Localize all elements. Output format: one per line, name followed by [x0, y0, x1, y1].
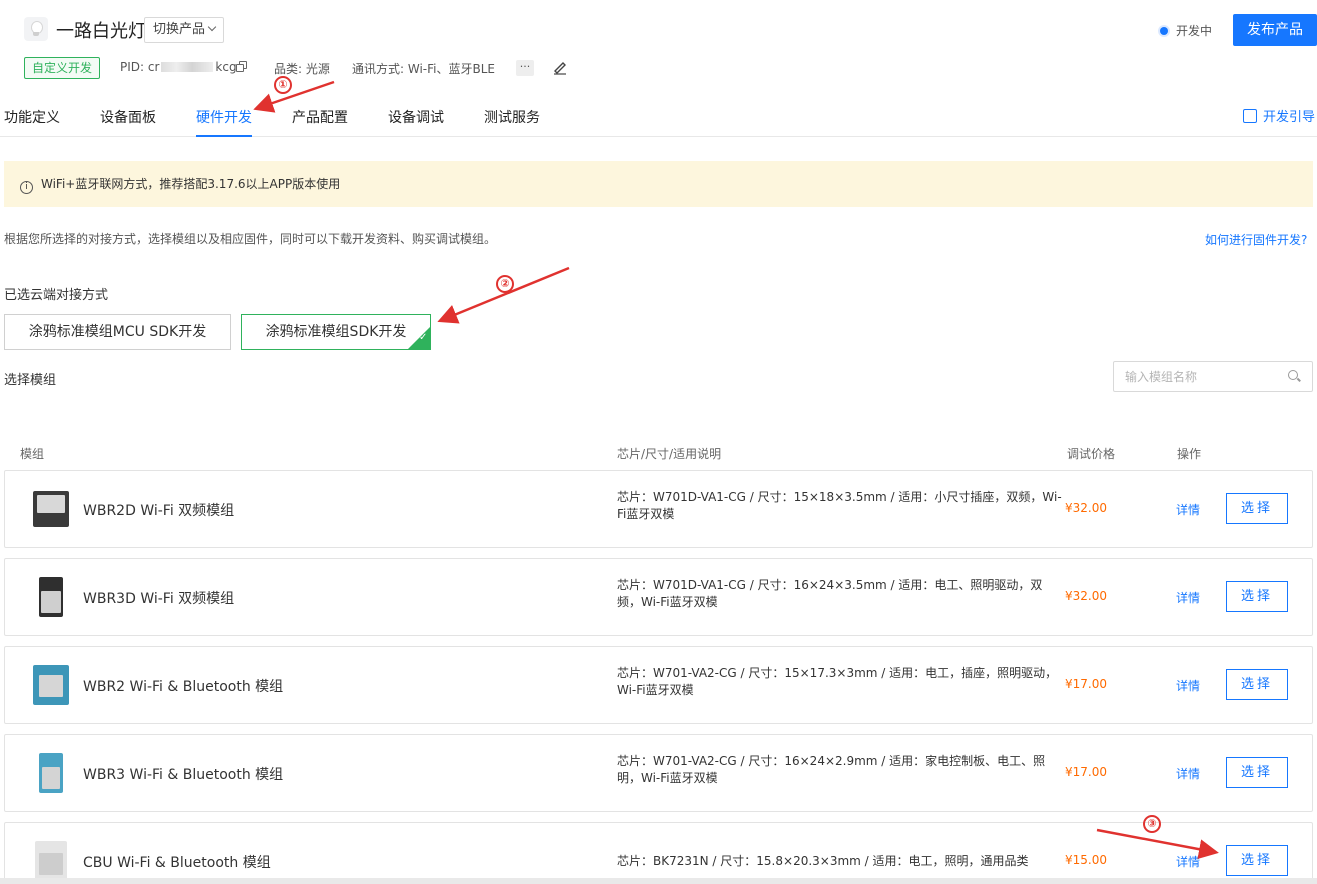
- module-select-button[interactable]: 选择: [1226, 493, 1288, 524]
- tab-hardware-development[interactable]: 硬件开发: [196, 107, 252, 137]
- chevron-down-icon: [207, 22, 217, 32]
- table-row: WBR3D Wi-Fi 双频模组 芯片：W701D-VA1-CG / 尺寸：16…: [4, 558, 1313, 636]
- search-icon[interactable]: [1288, 370, 1298, 380]
- module-price: ¥15.00: [1065, 853, 1107, 867]
- category-text: 品类: 光源: [274, 62, 330, 76]
- status-indicator: 开发中: [1160, 22, 1212, 39]
- module-detail-link[interactable]: 详情: [1176, 501, 1200, 518]
- table-row: CBU Wi-Fi & Bluetooth 模组 芯片：BK7231N / 尺寸…: [4, 822, 1313, 884]
- copy-icon[interactable]: [236, 61, 247, 72]
- module-name: WBR3 Wi-Fi & Bluetooth 模组: [83, 767, 284, 783]
- switch-product-dropdown[interactable]: 切换产品: [144, 17, 225, 43]
- module-name: WBR2 Wi-Fi & Bluetooth 模组: [83, 679, 284, 695]
- module-image: [31, 665, 71, 705]
- module-price: ¥32.00: [1065, 589, 1107, 603]
- module-select-button[interactable]: 选择: [1226, 669, 1288, 700]
- table-header-price: 调试价格: [1067, 447, 1116, 461]
- tab-function-definition[interactable]: 功能定义: [4, 107, 60, 127]
- product-header: 一路白光灯 切换产品 开发中 发布产品 自定义开发 PID: cr kcg 品类:…: [0, 0, 1317, 92]
- module-image: [31, 577, 71, 617]
- tab-device-debug[interactable]: 设备调试: [388, 107, 444, 127]
- bulb-icon: [24, 17, 48, 41]
- edit-icon[interactable]: [552, 59, 568, 75]
- dev-guide-link[interactable]: 开发引导: [1243, 106, 1315, 125]
- more-icon[interactable]: ···: [516, 60, 534, 76]
- pid-label: PID: cr: [120, 60, 160, 74]
- custom-dev-tag: 自定义开发: [24, 57, 101, 79]
- pid-text: PID: cr kcg: [120, 60, 237, 74]
- protocol-text: 通讯方式: Wi-Fi、蓝牙BLE: [352, 62, 495, 76]
- status-text: 开发中: [1176, 24, 1213, 38]
- tab-test-service[interactable]: 测试服务: [484, 107, 540, 127]
- table-row: WBR3 Wi-Fi & Bluetooth 模组 芯片：W701-VA2-CG…: [4, 734, 1313, 812]
- option-mcu-sdk[interactable]: 涂鸦标准模组MCU SDK开发: [4, 314, 231, 350]
- publish-product-button[interactable]: 发布产品: [1233, 14, 1317, 46]
- module-chip-info: 芯片：BK7231N / 尺寸：15.8×20.3×3mm / 适用：电工，照明…: [617, 854, 1029, 868]
- tab-product-config[interactable]: 产品配置: [292, 107, 348, 127]
- tab-bar: 功能定义 设备面板 硬件开发 产品配置 设备调试 测试服务 开发引导: [0, 92, 1317, 137]
- check-icon: [408, 327, 430, 349]
- table-row: WBR2D Wi-Fi 双频模组 芯片：W701D-VA1-CG / 尺寸：15…: [4, 470, 1313, 548]
- annotation-1: ①: [274, 76, 292, 94]
- module-price: ¥32.00: [1065, 501, 1107, 515]
- module-chip-info: 芯片：W701D-VA1-CG / 尺寸：16×24×3.5mm / 适用：电工…: [617, 578, 1043, 609]
- hardware-description: 根据您所选择的对接方式，选择模组以及相应固件，同时可以下载开发资料、购买调试模组…: [4, 232, 497, 246]
- annotation-3: ③: [1143, 815, 1161, 833]
- module-chip-info: 芯片：W701D-VA1-CG / 尺寸：15×18×3.5mm / 适用：小尺…: [617, 490, 1062, 521]
- module-name: WBR3D Wi-Fi 双频模组: [83, 591, 235, 607]
- module-select-button[interactable]: 选择: [1226, 581, 1288, 612]
- dev-guide-label: 开发引导: [1263, 110, 1316, 125]
- table-header-action: 操作: [1177, 447, 1202, 461]
- table-row: WBR2 Wi-Fi & Bluetooth 模组 芯片：W701-VA2-CG…: [4, 646, 1313, 724]
- module-search-input[interactable]: [1113, 361, 1313, 392]
- module-section-label: 选择模组: [4, 373, 57, 388]
- table-header-module: 模组: [20, 447, 45, 461]
- module-detail-link[interactable]: 详情: [1176, 853, 1200, 870]
- pid-tail: kcg: [215, 60, 237, 74]
- status-dot: [1160, 27, 1168, 35]
- product-title: 一路白光灯: [56, 21, 146, 42]
- guide-icon: [1243, 109, 1257, 123]
- scroll-edge: [0, 878, 1317, 884]
- module-name: CBU Wi-Fi & Bluetooth 模组: [83, 855, 271, 871]
- module-image: [31, 753, 71, 793]
- module-detail-link[interactable]: 详情: [1176, 677, 1200, 694]
- module-price: ¥17.00: [1065, 765, 1107, 779]
- module-image: [31, 841, 71, 881]
- module-price: ¥17.00: [1065, 677, 1107, 691]
- module-chip-info: 芯片：W701-VA2-CG / 尺寸：16×24×2.9mm / 适用：家电控…: [617, 754, 1046, 785]
- module-chip-info: 芯片：W701-VA2-CG / 尺寸：15×17.3×3mm / 适用：电工，…: [617, 666, 1058, 697]
- info-icon: i: [20, 181, 33, 194]
- annotation-2: ②: [496, 275, 514, 293]
- switch-product-label: 切换产品: [153, 22, 206, 37]
- option-module-sdk[interactable]: 涂鸦标准模组SDK开发: [241, 314, 431, 350]
- module-select-button[interactable]: 选择: [1226, 757, 1288, 788]
- option-module-sdk-label: 涂鸦标准模组SDK开发: [265, 324, 407, 340]
- cloud-section-label: 已选云端对接方式: [4, 288, 109, 303]
- module-detail-link[interactable]: 详情: [1176, 765, 1200, 782]
- module-detail-link[interactable]: 详情: [1176, 589, 1200, 606]
- alert-text: WiFi+蓝牙联网方式，推荐搭配3.17.6以上APP版本使用: [41, 177, 341, 191]
- network-alert: i WiFi+蓝牙联网方式，推荐搭配3.17.6以上APP版本使用: [4, 161, 1313, 207]
- pid-mask: [161, 62, 214, 72]
- module-image: [31, 489, 71, 529]
- module-select-button[interactable]: 选择: [1226, 845, 1288, 876]
- tab-device-panel[interactable]: 设备面板: [100, 107, 156, 127]
- table-header-chip: 芯片/尺寸/适用说明: [617, 447, 722, 461]
- module-name: WBR2D Wi-Fi 双频模组: [83, 503, 235, 519]
- firmware-howto-link[interactable]: 如何进行固件开发?: [1205, 231, 1307, 248]
